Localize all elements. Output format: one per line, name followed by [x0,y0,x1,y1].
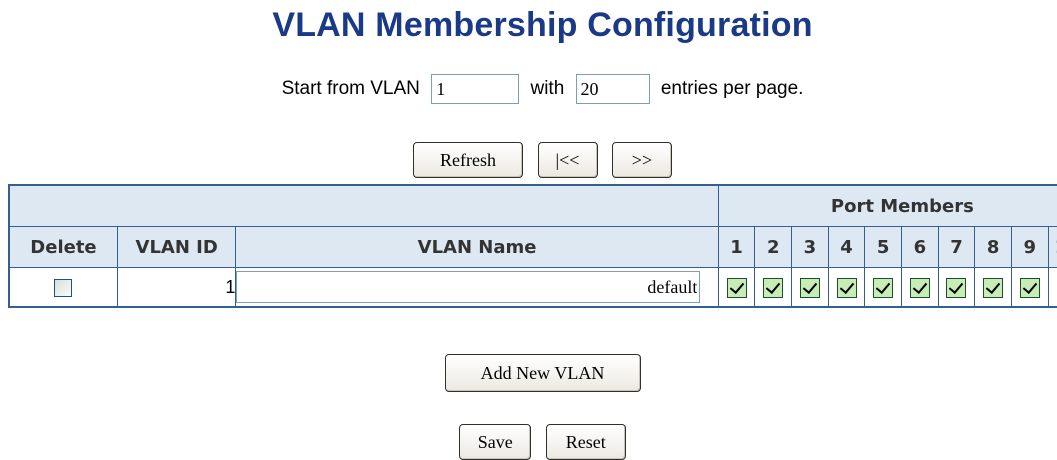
port-member-cell [717,267,756,308]
delete-cell [8,267,118,308]
delete-checkbox[interactable] [54,278,73,297]
port-member-checkbox[interactable] [983,277,1004,298]
save-button[interactable]: Save [459,424,532,460]
entries-per-page-input[interactable] [575,74,650,104]
port-member-cell [827,267,866,308]
port-column-header: 10 [1047,226,1057,268]
port-member-cell [937,267,976,308]
delete-column-header: Delete [8,226,118,268]
port-member-cell [901,267,939,308]
port-member-cell [974,267,1012,308]
add-new-vlan-button[interactable]: Add New VLAN [444,354,641,392]
port-member-cell [791,267,829,308]
port-column-header: 9 [1010,226,1049,268]
port-member-checkbox[interactable] [726,277,747,298]
paging-controls: Start from VLAN with entries per page. [0,74,1057,104]
entries-per-page-label: entries per page. [660,78,804,99]
navigation-buttons: Refresh |<< >> [0,142,1057,178]
vlan-name-column-header: VLAN Name [235,226,719,268]
with-label: with [530,78,565,99]
port-column-header: 8 [974,226,1012,268]
port-column-header: 2 [754,226,793,268]
port-column-header: 5 [864,226,902,268]
header-blank-cell [8,184,719,227]
port-member-cell [1047,267,1057,308]
port-member-cell [864,267,902,308]
form-actions: Save Reset [0,424,1057,460]
port-column-header: 1 [717,226,756,268]
table-header-row: Delete VLAN ID VLAN Name 12345678910 [8,226,1057,268]
table-row: 1 [8,267,1057,308]
table-body: 1 [8,267,1057,308]
port-members-header: Port Members [717,184,1057,227]
vlan-name-input[interactable] [236,271,701,303]
reset-button[interactable]: Reset [545,424,626,460]
start-from-label: Start from VLAN [281,78,420,99]
port-column-header: 7 [937,226,976,268]
vlan-membership-table: Port Members Delete VLAN ID VLAN Name 12… [8,184,1057,308]
vlan-id-cell: 1 [116,267,237,308]
port-member-checkbox[interactable] [946,277,967,298]
port-member-checkbox[interactable] [873,277,894,298]
start-vlan-input[interactable] [431,74,520,104]
refresh-button[interactable]: Refresh [413,142,524,178]
vlan-id-column-header: VLAN ID [116,226,237,268]
table-header-row-top: Port Members [8,184,1057,227]
port-column-header: 6 [901,226,939,268]
port-member-cell [1010,267,1049,308]
port-column-header: 4 [827,226,866,268]
port-member-checkbox[interactable] [909,277,930,298]
port-member-cell [754,267,793,308]
first-page-button[interactable]: |<< [537,142,598,178]
vlan-name-cell [235,267,719,308]
port-member-checkbox[interactable] [763,277,784,298]
page-title: VLAN Membership Configuration [272,6,813,44]
add-vlan-area: Add New VLAN [0,354,1057,392]
port-member-checkbox[interactable] [799,277,820,298]
port-column-header: 3 [791,226,829,268]
port-member-checkbox[interactable] [836,277,857,298]
port-member-checkbox[interactable] [1019,277,1040,298]
next-page-button[interactable]: >> [611,142,672,178]
